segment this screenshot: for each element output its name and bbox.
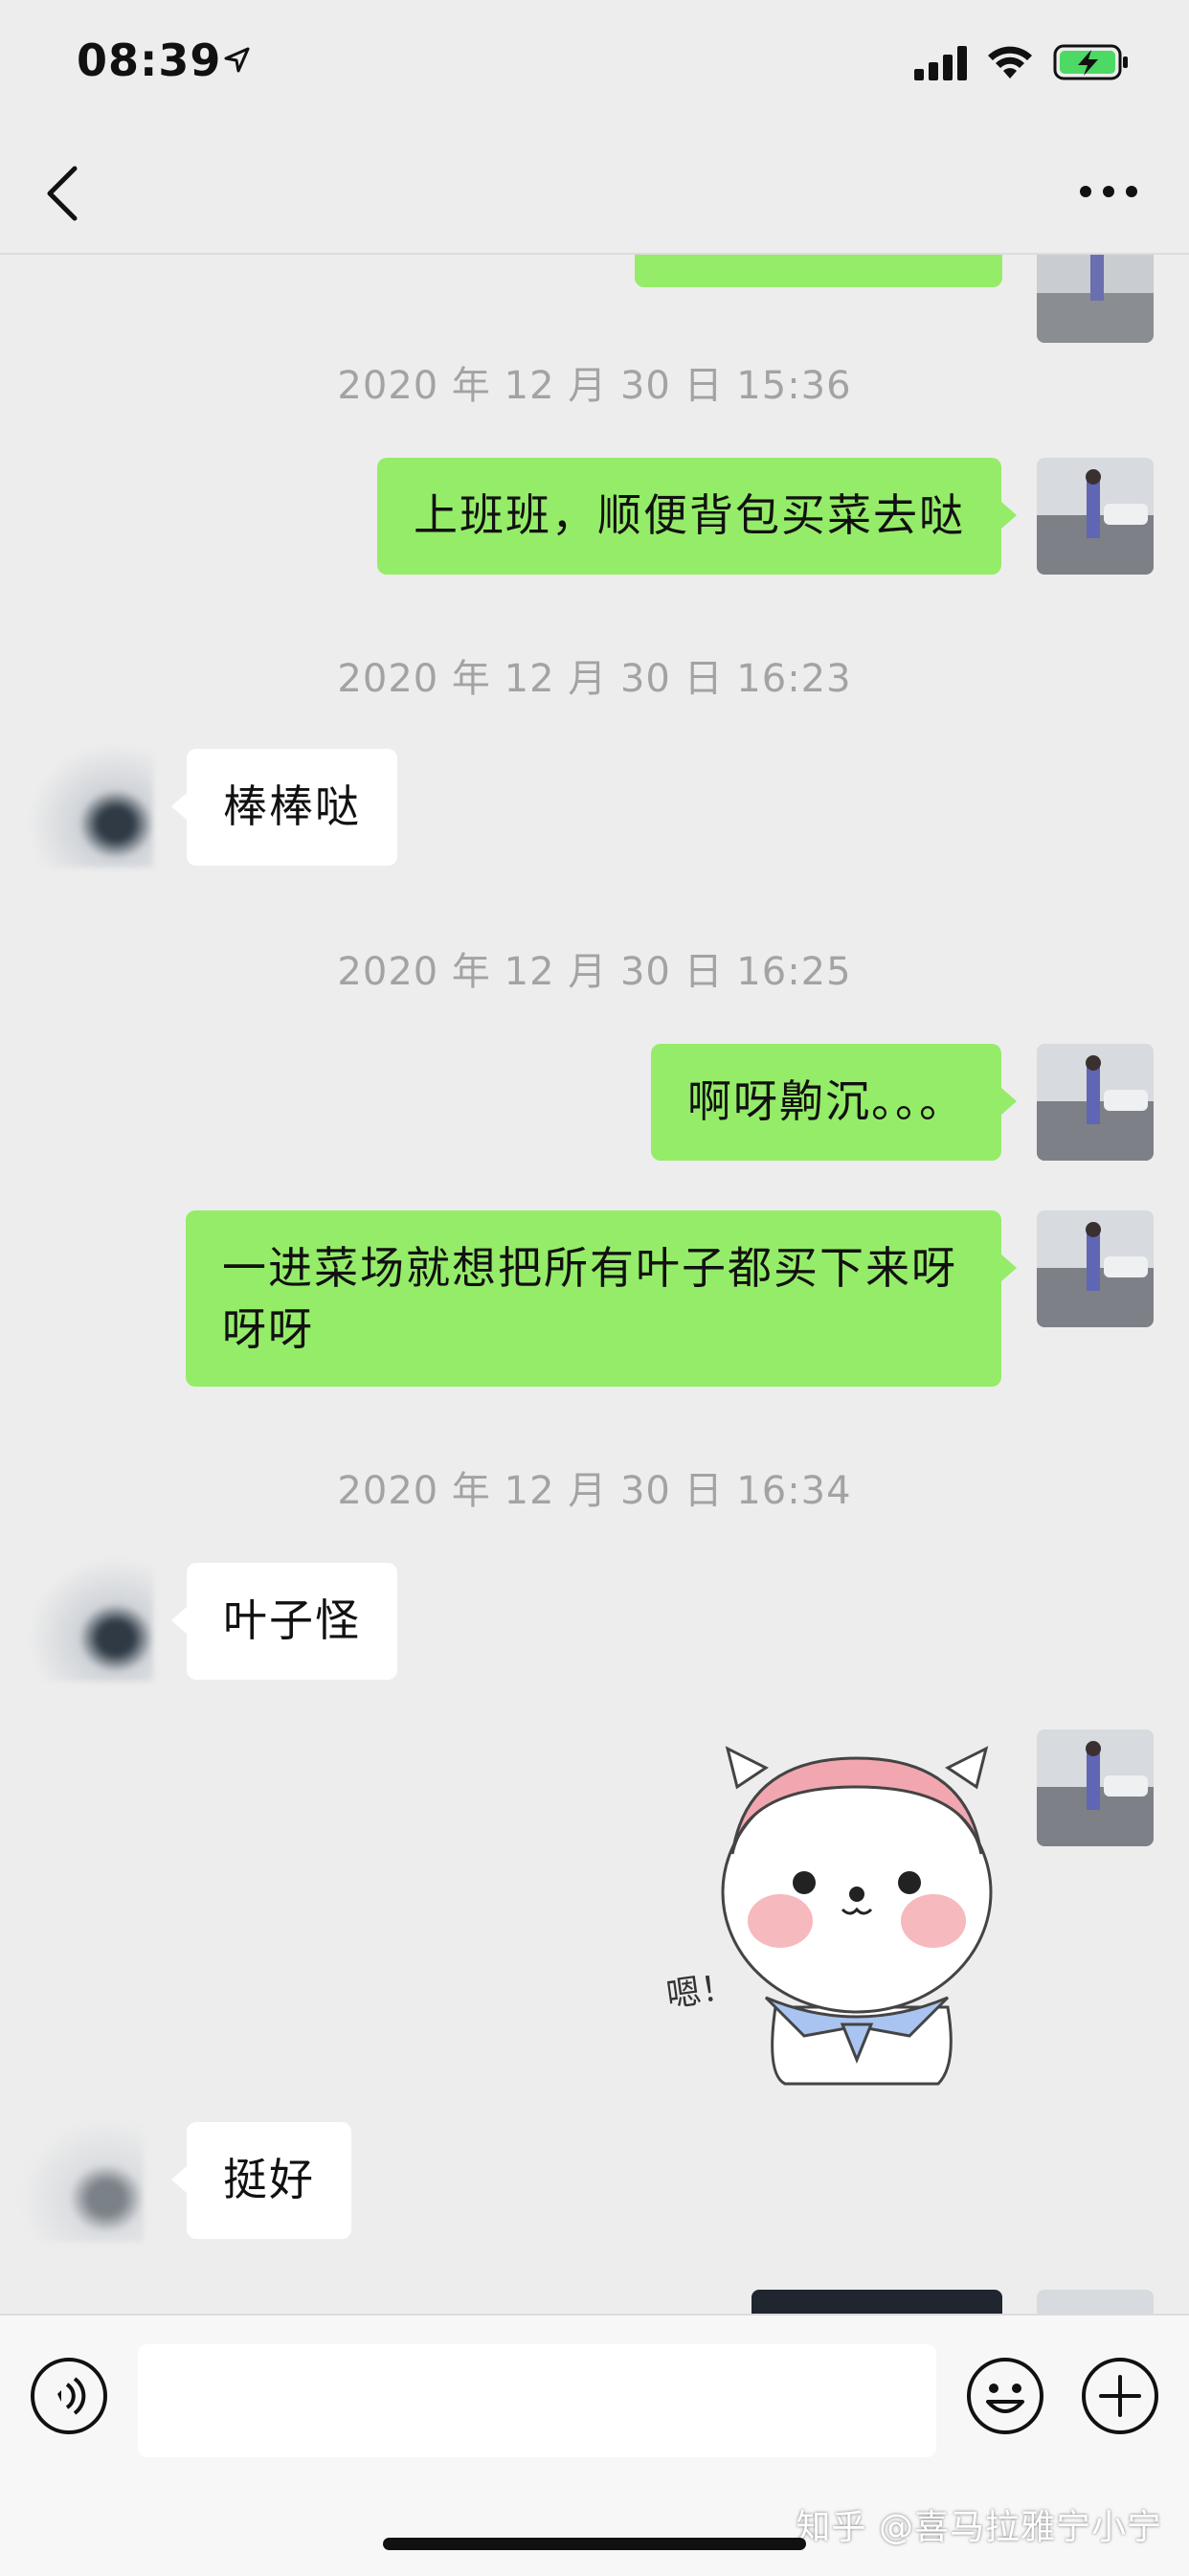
message-input[interactable] — [138, 2344, 936, 2457]
message-bubble-partial[interactable] — [635, 255, 1002, 287]
avatar-other[interactable] — [29, 743, 153, 868]
avatar-other[interactable] — [29, 1557, 153, 1682]
message-bubble-me[interactable]: 啊呀齁沉。。。 — [651, 1044, 1017, 1161]
chevron-left-icon[interactable] — [42, 163, 84, 224]
timestamp: 2020 年 12 月 30 日 15:36 — [337, 364, 852, 408]
avatar-other[interactable] — [19, 2117, 144, 2242]
cellular-signal-icon — [914, 46, 967, 80]
plus-icon[interactable] — [1080, 2356, 1160, 2436]
message-bubble-me[interactable]: 上班班，顺便背包买菜去哒 — [377, 458, 1017, 575]
emoji-icon[interactable] — [965, 2356, 1045, 2436]
avatar-photo-icon — [1037, 458, 1154, 575]
avatar-me[interactable] — [1037, 2290, 1154, 2314]
timestamp: 2020 年 12 月 30 日 16:23 — [337, 657, 852, 701]
input-bar: 知乎 @喜马拉雅宁小宁 — [0, 2314, 1189, 2576]
more-dots-icon[interactable] — [1078, 180, 1139, 203]
status-bar: 08:39 — [0, 0, 1189, 124]
avatar-photo-icon — [1037, 1729, 1154, 1846]
chat-header — [0, 124, 1189, 254]
avatar-photo-icon — [1037, 1044, 1154, 1161]
avatar-me[interactable] — [1037, 255, 1154, 343]
wifi-icon — [988, 46, 1032, 79]
battery-charging-icon — [1053, 44, 1128, 80]
avatar-me[interactable] — [1037, 1729, 1154, 1846]
avatar-photo-icon — [1037, 1210, 1154, 1327]
watermark: 知乎 @喜马拉雅宁小宁 — [796, 2508, 1162, 2547]
status-time: 08:39 — [77, 34, 222, 86]
avatar-me[interactable] — [1037, 1044, 1154, 1161]
voice-icon[interactable] — [29, 2356, 109, 2436]
avatar-me[interactable] — [1037, 1210, 1154, 1327]
svg-text:嗯！: 嗯！ — [664, 1967, 738, 2016]
avatar-photo-icon — [1037, 2290, 1154, 2314]
message-bubble-other[interactable]: 叶子怪 — [171, 1563, 397, 1680]
message-bubble-me[interactable]: 一进菜场就想把所有叶子都买下来呀呀呀 — [186, 1210, 1017, 1387]
avatar-photo-icon — [1037, 255, 1154, 343]
message-bubble-other[interactable]: 挺好 — [171, 2122, 351, 2239]
home-indicator — [383, 2538, 806, 2550]
sticker-cat-icon[interactable]: 嗯！ — [661, 1720, 1005, 2093]
location-arrow-icon — [224, 47, 250, 73]
chat-message-list[interactable]: 2020 年 12 月 30 日 15:36 上班班，顺便背包买菜去哒 2020… — [0, 255, 1189, 2314]
message-bubble-other[interactable]: 棒棒哒 — [171, 749, 397, 866]
avatar-me[interactable] — [1037, 458, 1154, 575]
timestamp: 2020 年 12 月 30 日 16:25 — [337, 950, 852, 994]
image-message-partial[interactable] — [752, 2290, 1002, 2314]
timestamp: 2020 年 12 月 30 日 16:34 — [337, 1469, 852, 1513]
